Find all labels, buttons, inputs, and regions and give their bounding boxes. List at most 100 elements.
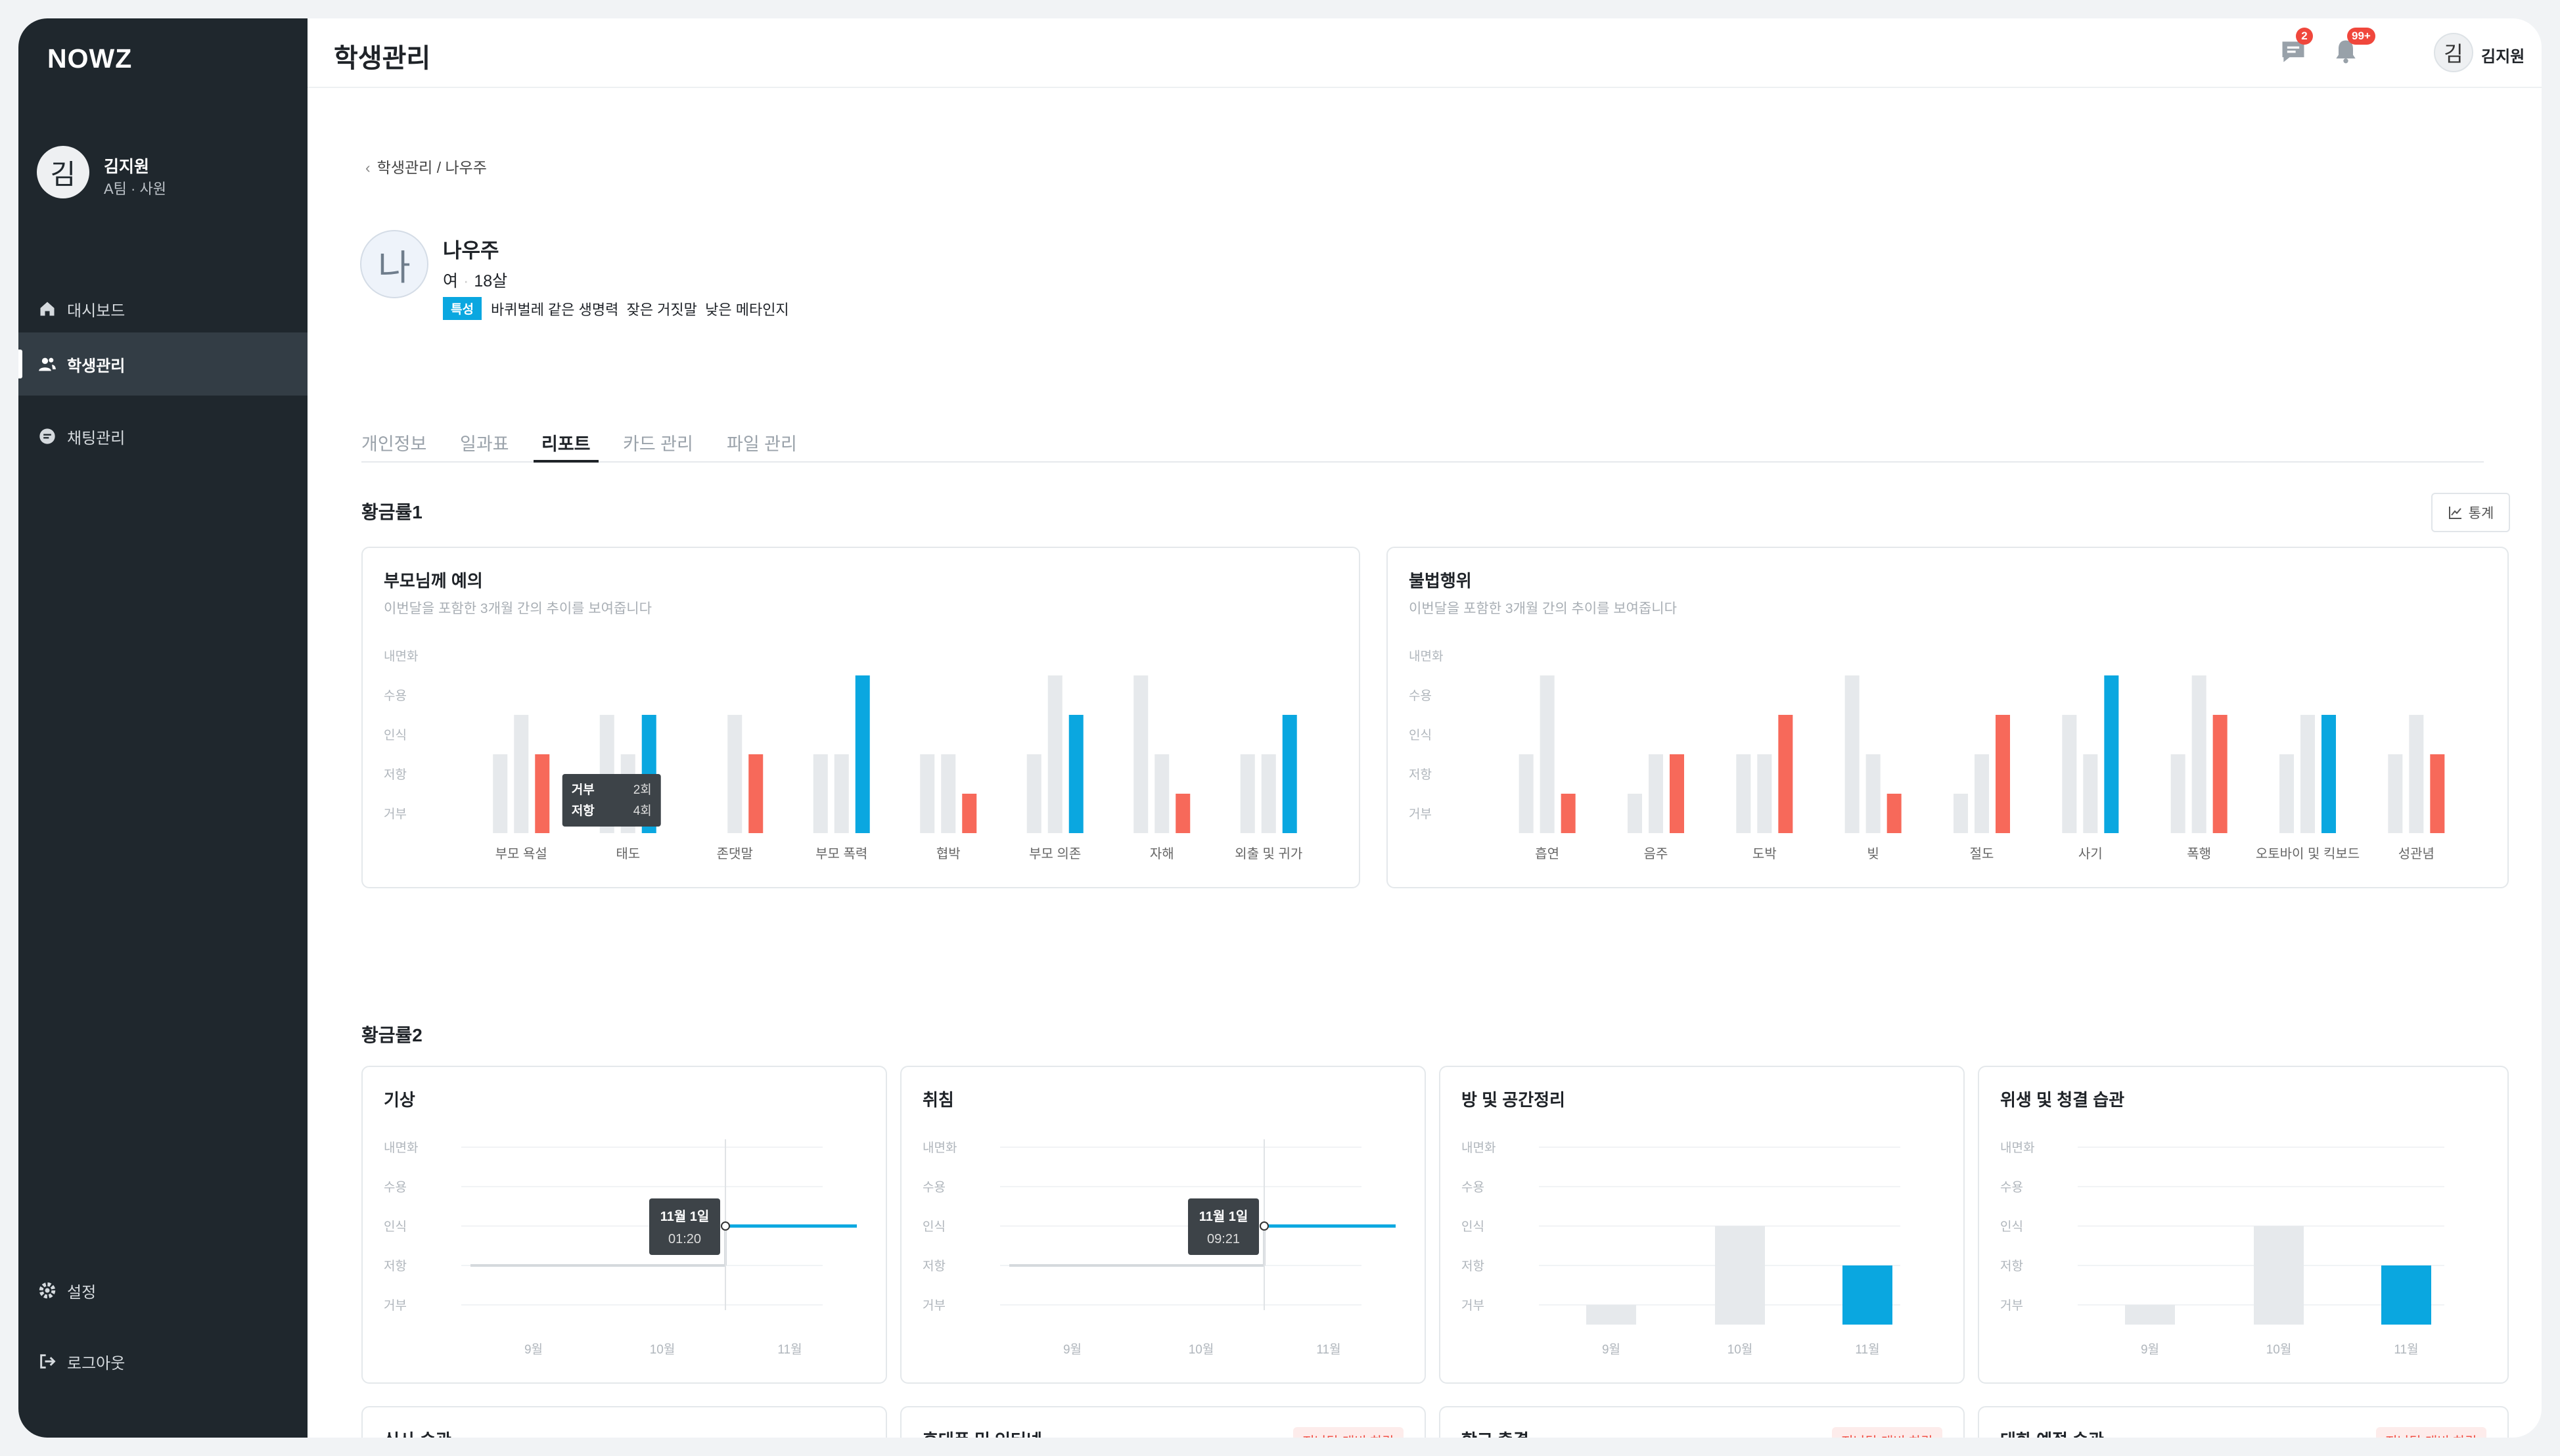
tab-bar: 개인정보 일과표 리포트 카드 관리 파일 관리 [361, 423, 2484, 463]
y-tick-label: 수용 [2000, 1181, 2023, 1194]
x-tick-label: 10월 [1189, 1342, 1214, 1357]
bar-chart: 내면화수용인식저항거부 9월 10월 11월 [1461, 1141, 1900, 1357]
app-frame: NOWZ 김 김지원 A팀 · 사원 대시보드 학생관리 채팅관리 설정 로그아… [18, 18, 2542, 1438]
bar-chart: 내면화수용인식저항거부부모 욕설 태도 존댓말 부모 폭력 협박 부모 의존 자해 외출 및 … [384, 649, 1302, 861]
app-logo[interactable]: NOWZ [47, 43, 132, 74]
sidebar-item-label: 로그아웃 [67, 1354, 126, 1373]
header-avatar[interactable]: 김 [2434, 33, 2473, 72]
y-tick-label: 저항 [923, 1259, 946, 1273]
bar [1047, 675, 1063, 833]
bar [2083, 754, 2098, 833]
card-title: 대화 예절 습관 [2000, 1427, 2104, 1438]
bar [2409, 715, 2424, 833]
bar [1996, 715, 2010, 833]
bar [2321, 715, 2336, 833]
x-tick-label: 흡연 [1535, 846, 1559, 861]
tooltip-box [562, 774, 661, 827]
trait-tag: 특성 [443, 297, 482, 320]
bar [962, 794, 977, 833]
bar-chart: 내면화수용인식저항거부 9월 10월 11월 [2000, 1141, 2444, 1357]
card-title: 휴대폰 및 인터넷 [923, 1427, 1042, 1438]
bar [535, 754, 550, 833]
sidebar-user-role: A팀 · 사원 [104, 181, 166, 197]
breadcrumb[interactable]: ‹ 학생관리 / 나우주 [365, 155, 487, 177]
tooltip-time: 09:21 [1207, 1232, 1240, 1246]
messages-button[interactable]: 2 [2279, 28, 2313, 66]
bar [1715, 1226, 1765, 1325]
card-phone-internet: 휴대폰 및 인터넷 지난달 대비 하락 [900, 1406, 1426, 1438]
bar [2279, 754, 2294, 833]
sidebar-item-students[interactable]: 학생관리 [18, 332, 308, 396]
top-header: 학생관리 2 99+ 김 김지원 [308, 18, 2542, 88]
y-tick-label: 인식 [1461, 1219, 1484, 1234]
bar [920, 754, 935, 833]
x-tick-label: 도박 [1752, 846, 1777, 861]
tooltip-label: 거부 [572, 783, 595, 797]
student-name: 나우주 [443, 239, 499, 262]
tab-schedule[interactable]: 일과표 [460, 430, 509, 460]
y-tick-label: 저항 [1409, 767, 1432, 782]
bar [2300, 715, 2315, 833]
sidebar: NOWZ 김 김지원 A팀 · 사원 대시보드 학생관리 채팅관리 설정 로그아… [18, 18, 308, 1438]
y-tick-label: 저항 [1461, 1259, 1484, 1273]
x-tick-label: 외출 및 귀가 [1235, 846, 1302, 861]
sidebar-item-dashboard[interactable]: 대시보드 [18, 277, 308, 340]
chart-card-wakeup: 기상 내면화 수용 인식 저항 거부 9월 10월 11월 11월 1일 01:20 [361, 1066, 887, 1384]
bar [748, 754, 764, 833]
sidebar-item-chat[interactable]: 채팅관리 [18, 405, 308, 468]
tab-report[interactable]: 리포트 [534, 430, 599, 463]
chevron-left-icon: ‹ [365, 159, 371, 176]
x-tick-label: 절도 [1970, 846, 1994, 861]
bar [1261, 754, 1276, 833]
bar [1628, 794, 1642, 833]
bar [1757, 754, 1772, 833]
x-tick-label: 9월 [524, 1342, 543, 1357]
y-tick-label: 수용 [1461, 1181, 1484, 1194]
x-tick-label: 11월 [1316, 1342, 1340, 1357]
bar [834, 754, 849, 833]
chart-card-hygiene: 위생 및 청결 습관 내면화 수용 인식 저항 거부 9월 10월 11월 [1978, 1066, 2509, 1384]
tooltip-box [649, 1198, 720, 1255]
tab-card-management[interactable]: 카드 관리 [623, 430, 693, 460]
chart-card-illegal-behavior: 불법행위 이번달을 포함한 3개월 간의 추이를 보여줍니다 내면화 수용 인식 저항… [1386, 547, 2509, 888]
section-title-1: 황금률1 [361, 502, 423, 522]
x-tick-label: 부모 의존 [1029, 846, 1081, 861]
sidebar-item-label: 학생관리 [67, 357, 126, 375]
student-gender: 여 [443, 272, 459, 290]
sidebar-item-logout[interactable]: 로그아웃 [18, 1330, 308, 1393]
chart-card-room-tidying: 방 및 공간정리 내면화 수용 인식 저항 거부 9월 10월 11월 [1439, 1066, 1965, 1384]
x-tick-label: 9월 [2141, 1342, 2159, 1357]
bar [1886, 794, 1902, 833]
y-tick-label: 수용 [384, 689, 407, 703]
data-point [1260, 1221, 1269, 1231]
bar [2170, 754, 2185, 833]
y-tick-label: 수용 [923, 1181, 946, 1194]
bar [514, 715, 529, 833]
y-tick-label: 인식 [384, 728, 407, 742]
line-chart: 내면화수용인식저항거부 9월 10월 11월 11월 1일 09:21 [923, 1139, 1396, 1357]
sidebar-item-settings[interactable]: 설정 [18, 1259, 308, 1322]
bar [1954, 794, 1968, 833]
x-tick-label: 10월 [650, 1342, 675, 1357]
header-user-name[interactable]: 김지원 [2481, 43, 2525, 66]
notifications-button[interactable]: 99+ [2331, 28, 2375, 66]
tooltip-value: 4회 [633, 804, 652, 818]
x-tick-label: 태도 [616, 846, 640, 861]
data-point [721, 1221, 730, 1231]
bar [1586, 1305, 1636, 1325]
y-tick-label: 인식 [923, 1219, 946, 1234]
card-conversation-manners: 대화 예절 습관 지난달 대비 하락 [1978, 1406, 2509, 1438]
y-tick-label: 내면화 [1409, 649, 1443, 664]
tooltip-value: 2회 [633, 783, 652, 797]
x-tick-label: 성관념 [2398, 846, 2434, 861]
stats-button[interactable]: 통계 [2431, 493, 2510, 532]
y-tick-label: 거부 [923, 1298, 946, 1313]
y-tick-label: 내면화 [384, 649, 418, 664]
card-school-attendance: 학교 출결 지난달 대비 하락 [1439, 1406, 1965, 1438]
tab-personal-info[interactable]: 개인정보 [361, 430, 426, 460]
bar [2381, 1265, 2431, 1325]
stats-button-label: 통계 [2468, 506, 2494, 521]
home-icon [40, 302, 55, 316]
users-icon [39, 357, 56, 371]
tab-file-management[interactable]: 파일 관리 [727, 430, 797, 460]
